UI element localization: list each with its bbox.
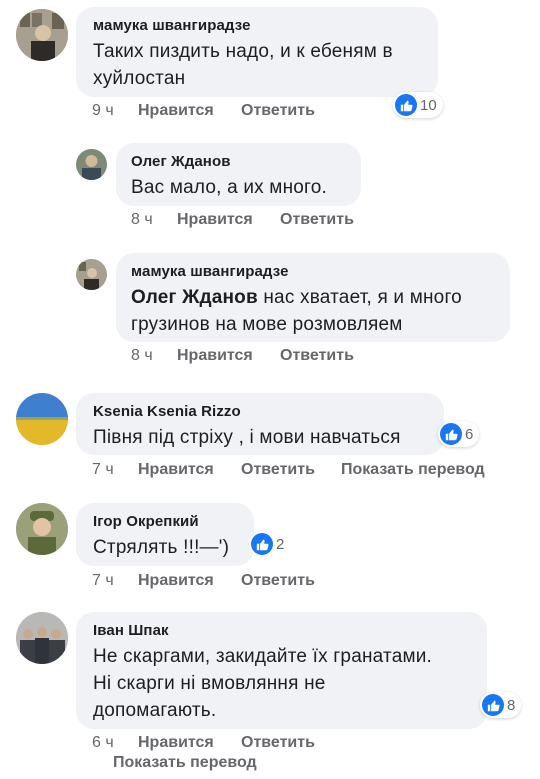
show-translation-button[interactable]: Показать перевод (113, 754, 257, 772)
comment-actions: 9 ч Нравится Ответить (92, 102, 392, 122)
reply-button[interactable]: Ответить (280, 211, 354, 229)
avatar-photo (16, 9, 68, 61)
comment-text-line: Ні скарги ні вмовляння не (93, 673, 326, 694)
avatar-photo (16, 612, 68, 664)
reply-bubble: Олег Жданов Вас мало, а их много. (116, 143, 361, 206)
reaction-count: 10 (420, 96, 437, 114)
comment-author[interactable]: Олег Жданов (131, 153, 231, 170)
reply-button[interactable]: Ответить (241, 102, 315, 120)
comment-actions: 7 ч Нравится Ответить (92, 572, 392, 592)
avatar[interactable] (16, 9, 68, 61)
reaction-count: 8 (507, 696, 516, 714)
comment-timestamp[interactable]: 7 ч (92, 461, 114, 479)
comment-text: Вас мало, а их много. (131, 177, 327, 198)
show-translation-button[interactable]: Показать перевод (341, 461, 485, 479)
reply-button[interactable]: Ответить (241, 461, 315, 479)
comment-author[interactable]: мамука швангирадзе (93, 17, 251, 34)
comment-actions: 7 ч Нравится Ответить Показать перевод (92, 461, 512, 481)
reaction-summary[interactable]: 6 (438, 421, 480, 447)
like-icon (440, 423, 462, 445)
comment-author[interactable]: Іван Шпак (93, 622, 169, 639)
avatar-photo (16, 393, 68, 445)
comment-timestamp[interactable]: 6 ч (92, 734, 114, 752)
reaction-summary[interactable]: 10 (393, 92, 443, 118)
like-button[interactable]: Нравится (138, 572, 214, 590)
comment-actions: 8 ч Нравится Ответить (131, 347, 391, 367)
comment-bubble: Іван Шпак Не скаргами, закидайте їх гран… (76, 612, 487, 729)
comment-author[interactable]: Ігор Окрепкий (93, 513, 199, 530)
reaction-summary[interactable]: 2 (249, 531, 285, 557)
like-button[interactable]: Нравится (138, 461, 214, 479)
like-button[interactable]: Нравится (177, 211, 253, 229)
comment-author[interactable]: мамука швангирадзе (131, 263, 289, 280)
like-icon (251, 533, 273, 555)
reply-bubble: мамука швангирадзе Олег Жданов нас хвата… (116, 253, 510, 342)
comment-timestamp[interactable]: 8 ч (131, 347, 153, 365)
comment-bubble: Ігор Окрепкий Стрялять !!!—') (76, 503, 254, 566)
avatar[interactable] (16, 612, 68, 664)
avatar[interactable] (16, 393, 68, 445)
like-button[interactable]: Нравится (138, 102, 214, 120)
reply-button[interactable]: Ответить (241, 734, 315, 752)
avatar-photo (16, 503, 68, 555)
comment-text-line: допомагають. (93, 700, 217, 721)
comment-text: Півня під стріху , і мови навчаться (93, 427, 401, 448)
comment-timestamp[interactable]: 9 ч (92, 102, 114, 120)
like-button[interactable]: Нравится (138, 734, 214, 752)
comment-timestamp[interactable]: 8 ч (131, 211, 153, 229)
comment-text: Не скаргами, закидайте їх гранатами. Ні … (93, 643, 483, 724)
reply-button[interactable]: Ответить (241, 572, 315, 590)
comment-actions: 6 ч Нравится Ответить (92, 734, 392, 754)
mention-link[interactable]: Олег Жданов (131, 287, 258, 308)
comment-text: Стрялять !!!—') (93, 537, 230, 558)
comment-timestamp[interactable]: 7 ч (92, 572, 114, 590)
reaction-summary[interactable]: 8 (480, 692, 522, 718)
avatar-photo (76, 149, 107, 180)
reaction-count: 2 (276, 535, 285, 553)
comment-text-line: Не скаргами, закидайте їх гранатами. (93, 646, 433, 667)
comment-text: Олег Жданов нас хватает, я и много грузи… (131, 284, 501, 338)
avatar[interactable] (76, 259, 107, 290)
avatar-photo (76, 259, 107, 290)
reaction-count: 6 (465, 425, 474, 443)
comment-bubble: мамука швангирадзе Таких пиздить надо, и… (76, 7, 438, 97)
like-icon (482, 694, 504, 716)
comment-text: Таких пиздить надо, и к ебеням в хуйлост… (93, 41, 393, 89)
avatar[interactable] (76, 149, 107, 180)
like-icon (395, 94, 417, 116)
comment-actions: 8 ч Нравится Ответить (131, 211, 391, 231)
avatar[interactable] (16, 503, 68, 555)
comment-author[interactable]: Ksenia Ksenia Rizzo (93, 403, 241, 420)
reply-button[interactable]: Ответить (280, 347, 354, 365)
like-button[interactable]: Нравится (177, 347, 253, 365)
comment-bubble: Ksenia Ksenia Rizzo Півня під стріху , і… (76, 393, 444, 455)
